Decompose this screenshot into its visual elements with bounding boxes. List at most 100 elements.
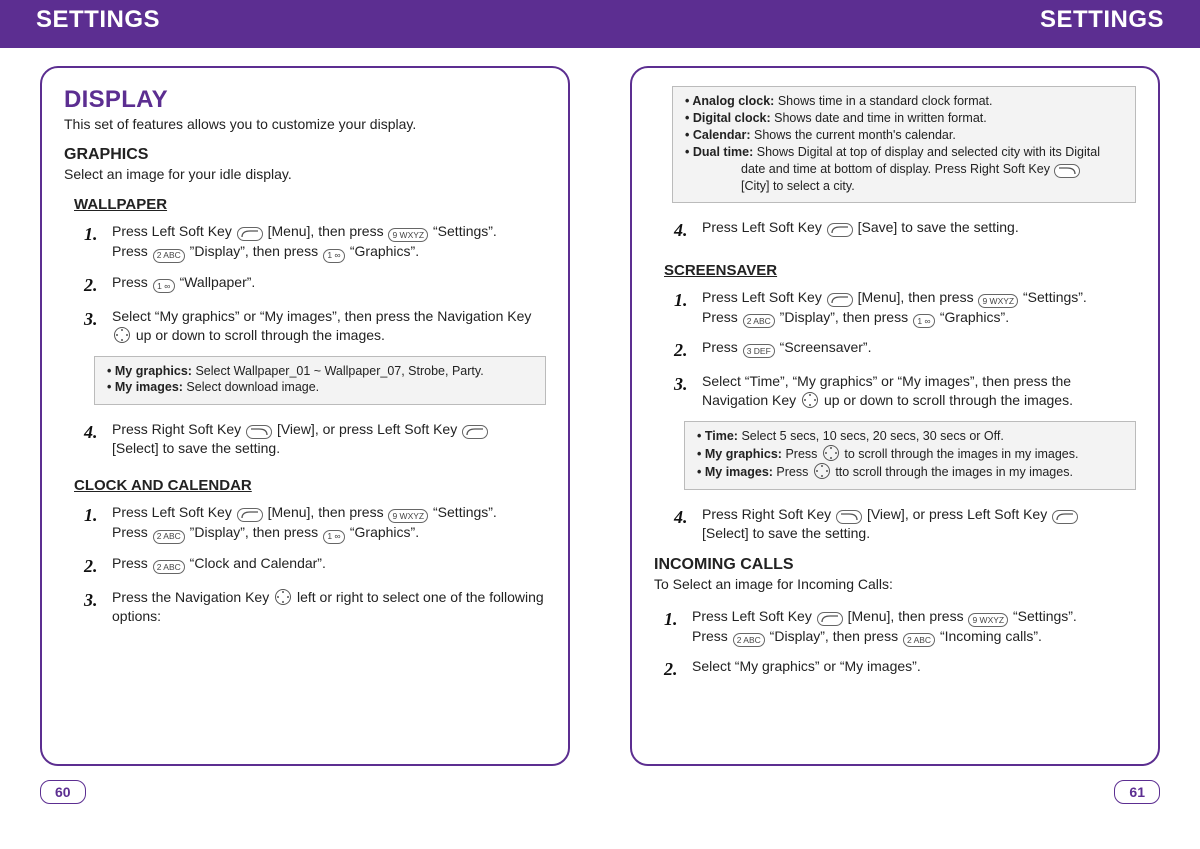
- key-1-icon: 1 ∞: [323, 530, 345, 544]
- step: 4. Press Right Soft Key [View], or press…: [664, 500, 1136, 548]
- step: 1. Press Left Soft Key [Menu], then pres…: [74, 498, 546, 549]
- step-text: Press Left Soft Key [Menu], then press 9…: [702, 288, 1087, 329]
- step: 2. Press 2 ABC “Clock and Calendar”.: [74, 549, 546, 583]
- clock-steps: 1. Press Left Soft Key [Menu], then pres…: [74, 498, 546, 631]
- step: 3. Select “My graphics” or “My images”, …: [74, 302, 546, 350]
- step-text: Press Left Soft Key [Save] to save the s…: [702, 218, 1019, 237]
- header-left: SETTINGS: [36, 6, 160, 34]
- screensaver-note: Time: Select 5 secs, 10 secs, 20 secs, 3…: [684, 421, 1136, 490]
- step-number: 1.: [674, 288, 692, 312]
- section-title-display: DISPLAY: [64, 86, 546, 114]
- page-number-left: 60: [40, 780, 86, 804]
- step-text: Press Left Soft Key [Menu], then press 9…: [112, 503, 497, 544]
- step-number: 4.: [674, 218, 692, 242]
- subsection-graphics: GRAPHICS: [64, 146, 546, 164]
- wallpaper-note: My graphics: Select Wallpaper_01 ~ Wallp…: [94, 356, 546, 406]
- navigation-key-icon: [823, 445, 839, 461]
- subsection-clock-calendar: CLOCK AND CALENDAR: [74, 477, 546, 494]
- key-2-icon: 2 ABC: [743, 314, 775, 328]
- note-item: My images: Select download image.: [107, 379, 533, 396]
- note-item: Digital clock: Shows date and time in wr…: [685, 110, 1123, 127]
- page-header: SETTINGS SETTINGS: [0, 0, 1200, 48]
- step-text: Select “My graphics” or “My images”.: [692, 657, 921, 676]
- key-2-icon: 2 ABC: [153, 530, 185, 544]
- navigation-key-icon: [802, 392, 818, 408]
- incoming-calls-lead: To Select an image for Incoming Calls:: [654, 576, 1136, 592]
- left-soft-key-icon: [462, 425, 488, 439]
- step: 1. Press Left Soft Key [Menu], then pres…: [664, 283, 1136, 334]
- step-text: Press 3 DEF “Screensaver”.: [702, 338, 871, 358]
- step-number: 3.: [674, 372, 692, 396]
- screensaver-steps-cont: 4. Press Right Soft Key [View], or press…: [664, 500, 1136, 548]
- key-2-icon: 2 ABC: [153, 560, 185, 574]
- step: 1. Press Left Soft Key [Menu], then pres…: [654, 602, 1136, 653]
- key-9-icon: 9 WXYZ: [978, 294, 1018, 308]
- clock-steps-cont: 4. Press Left Soft Key [Save] to save th…: [664, 213, 1136, 247]
- step: 3. Press the Navigation Key left or righ…: [74, 583, 546, 631]
- panel-60: DISPLAY This set of features allows you …: [40, 66, 570, 766]
- note-item: Time: Select 5 secs, 10 secs, 20 secs, 3…: [697, 428, 1123, 445]
- key-1-icon: 1 ∞: [153, 279, 175, 293]
- clock-options-note: Analog clock: Shows time in a standard c…: [672, 86, 1136, 203]
- screensaver-steps: 1. Press Left Soft Key [Menu], then pres…: [664, 283, 1136, 416]
- left-soft-key-icon: [817, 612, 843, 626]
- key-9-icon: 9 WXYZ: [388, 228, 428, 242]
- subsection-graphics-lead: Select an image for your idle display.: [64, 166, 546, 182]
- step-number: 4.: [674, 505, 692, 529]
- step-number: 2.: [84, 554, 102, 578]
- step: 3. Select “Time”, “My graphics” or “My i…: [664, 367, 1136, 415]
- key-2-icon: 2 ABC: [153, 249, 185, 263]
- key-9-icon: 9 WXYZ: [388, 509, 428, 523]
- right-soft-key-icon: [836, 510, 862, 524]
- step-number: 4.: [84, 420, 102, 444]
- note-item: My graphics: Select Wallpaper_01 ~ Wallp…: [107, 363, 533, 380]
- step-text: Press 1 ∞ “Wallpaper”.: [112, 273, 255, 293]
- section-lead: This set of features allows you to custo…: [64, 116, 546, 132]
- step-text: Press the Navigation Key left or right t…: [112, 588, 546, 626]
- page-61: Analog clock: Shows time in a standard c…: [630, 66, 1160, 766]
- step-number: 1.: [84, 222, 102, 246]
- key-1-icon: 1 ∞: [323, 249, 345, 263]
- right-soft-key-icon: [1054, 164, 1080, 178]
- step-text: Press Right Soft Key [View], or press Le…: [112, 420, 489, 458]
- right-soft-key-icon: [246, 425, 272, 439]
- step-text: Press 2 ABC “Clock and Calendar”.: [112, 554, 326, 574]
- left-soft-key-icon: [237, 508, 263, 522]
- step-number: 2.: [84, 273, 102, 297]
- step: 4. Press Left Soft Key [Save] to save th…: [664, 213, 1136, 247]
- step: 4. Press Right Soft Key [View], or press…: [74, 415, 546, 463]
- step-number: 1.: [664, 607, 682, 631]
- step-number: 2.: [674, 338, 692, 362]
- note-item: My graphics: Press to scroll through the…: [697, 445, 1123, 463]
- note-item: Calendar: Shows the current month's cale…: [685, 127, 1123, 144]
- step-text: Press Right Soft Key [View], or press Le…: [702, 505, 1079, 543]
- panel-61: Analog clock: Shows time in a standard c…: [630, 66, 1160, 766]
- key-2-icon: 2 ABC: [733, 633, 765, 647]
- page-60: DISPLAY This set of features allows you …: [40, 66, 570, 766]
- subsection-screensaver: SCREENSAVER: [664, 262, 1136, 279]
- navigation-key-icon: [275, 589, 291, 605]
- page-footer: 60 61: [0, 774, 1200, 822]
- page-number-right: 61: [1114, 780, 1160, 804]
- step-number: 2.: [664, 657, 682, 681]
- note-item: Dual time: Shows Digital at top of displ…: [685, 144, 1123, 195]
- step: 2. Press 3 DEF “Screensaver”.: [664, 333, 1136, 367]
- step: 2. Press 1 ∞ “Wallpaper”.: [74, 268, 546, 302]
- wallpaper-steps: 1. Press Left Soft Key [Menu], then pres…: [74, 217, 546, 350]
- navigation-key-icon: [114, 327, 130, 343]
- step-number: 1.: [84, 503, 102, 527]
- step-number: 3.: [84, 588, 102, 612]
- key-3-icon: 3 DEF: [743, 344, 775, 358]
- left-soft-key-icon: [1052, 510, 1078, 524]
- step-number: 3.: [84, 307, 102, 331]
- subsection-incoming-calls: INCOMING CALLS: [654, 556, 1136, 574]
- left-soft-key-icon: [237, 227, 263, 241]
- wallpaper-steps-cont: 4. Press Right Soft Key [View], or press…: [74, 415, 546, 463]
- step: 2. Select “My graphics” or “My images”.: [654, 652, 1136, 686]
- left-soft-key-icon: [827, 223, 853, 237]
- left-soft-key-icon: [827, 293, 853, 307]
- note-item: Analog clock: Shows time in a standard c…: [685, 93, 1123, 110]
- key-9-icon: 9 WXYZ: [968, 613, 1008, 627]
- step-text: Press Left Soft Key [Menu], then press 9…: [692, 607, 1077, 648]
- subsection-wallpaper: WALLPAPER: [74, 196, 546, 213]
